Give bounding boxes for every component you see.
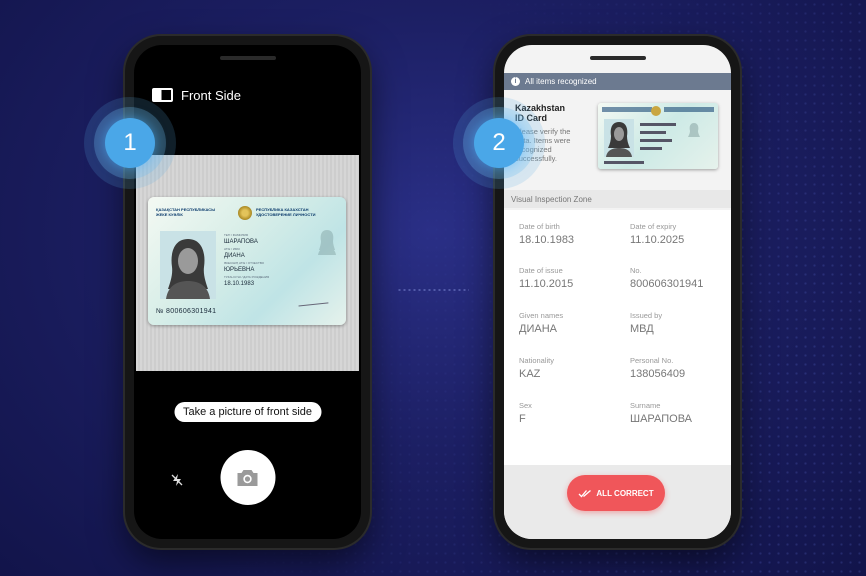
field-label: Sex: [519, 401, 532, 410]
status-bar: [148, 58, 347, 68]
recognized-fields: Date of birth 18.10.1983 Date of expiry …: [504, 210, 731, 465]
ghost-portrait: [318, 230, 336, 255]
field-given-names: Given names ДИАНА: [519, 311, 563, 335]
field-value: ШАРАПОВА: [630, 413, 693, 425]
field-value: ДИАНА: [519, 323, 557, 335]
card-patronymic: ЮРЬЕВНА: [224, 267, 255, 273]
card-fields: ТЕГІ / ФАМИЛИЯ ШАРАПОВА АТЫ / ИМЯ ДИАНА …: [224, 233, 270, 287]
field-date-of-birth: Date of birth 18.10.1983: [519, 222, 574, 246]
capture-instruction: Take a picture of front side: [173, 402, 322, 422]
field-label: No.: [630, 266, 642, 275]
field-label: Date of expiry: [630, 222, 677, 231]
card-surname: ШАРАПОВА: [224, 239, 258, 245]
step-connector: [397, 289, 469, 291]
field-date-of-issue: Date of issue 11.10.2015: [519, 266, 573, 290]
field-value: 11.10.2015: [519, 278, 574, 290]
step-badge-2: 2: [453, 97, 545, 189]
card-dob: 18.10.1983: [224, 281, 255, 287]
field-label: Given names: [519, 311, 564, 320]
banner-text: All items recognized: [525, 77, 597, 86]
info-icon: i: [511, 77, 520, 86]
field-surname: Surname ШАРАПОВА: [630, 401, 692, 425]
field-value: 800606301941: [630, 278, 704, 290]
field-label: Issued by: [630, 311, 663, 320]
card-header-kz: ҚАЗАҚСТАН РЕСПУБЛИКАСЫ ЖЕКЕ КУӘЛІК: [156, 207, 216, 217]
status-bar: [518, 58, 717, 68]
field-value: KAZ: [519, 368, 541, 380]
id-card-image: ҚАЗАҚСТАН РЕСПУБЛИКАСЫ ЖЕКЕ КУӘЛІК РЕСПУ…: [148, 197, 346, 325]
portrait-photo: [160, 231, 216, 299]
step-number: 2: [474, 118, 524, 168]
field-sex: Sex F: [519, 401, 532, 425]
recognized-banner: i All items recognized: [504, 73, 731, 90]
field-value: 11.10.2025: [630, 234, 685, 246]
field-number: No. 800606301941: [630, 266, 703, 290]
step-badge-1: 1: [84, 97, 176, 189]
flash-off-icon[interactable]: [170, 473, 184, 487]
field-label: Nationality: [519, 356, 555, 365]
field-label: Surname: [630, 401, 661, 410]
camera-viewfinder: ҚАЗАҚСТАН РЕСПУБЛИКАСЫ ЖЕКЕ КУӘЛІК РЕСПУ…: [136, 155, 359, 371]
all-correct-label: ALL CORRECT: [596, 488, 654, 498]
field-label: Personal No.: [630, 356, 674, 365]
camera-icon: [237, 469, 258, 486]
field-label: Date of issue: [519, 266, 563, 275]
card-number: № 800606301941: [156, 308, 217, 315]
card-thumbnail: [598, 103, 718, 169]
signature: [297, 293, 329, 307]
field-value: МВД: [630, 323, 654, 335]
field-label: Date of birth: [519, 222, 560, 231]
emblem-icon: [238, 206, 252, 220]
field-date-of-expiry: Date of expiry 11.10.2025: [630, 222, 684, 246]
section-header: Visual Inspection Zone: [504, 190, 731, 208]
shutter-button[interactable]: [220, 450, 275, 505]
step-number: 1: [105, 118, 155, 168]
field-value: 18.10.1983: [519, 234, 575, 246]
field-value: 138056409: [630, 368, 686, 380]
field-nationality: Nationality KAZ: [519, 356, 554, 380]
field-personal-no: Personal No. 138056409: [630, 356, 685, 380]
field-issued-by: Issued by МВД: [630, 311, 662, 335]
double-check-icon: [578, 489, 592, 497]
card-given-name: ДИАНА: [224, 253, 245, 259]
screen-title: Front Side: [181, 88, 241, 103]
card-header-ru: РЕСПУБЛИКА КАЗАХСТАН УДОСТОВЕРЕНИЕ ЛИЧНО…: [256, 207, 316, 217]
all-correct-button[interactable]: ALL CORRECT: [567, 475, 665, 511]
card-thumbnail-art: [602, 106, 714, 164]
field-value: F: [519, 413, 526, 425]
id-card-icon: [152, 88, 173, 102]
